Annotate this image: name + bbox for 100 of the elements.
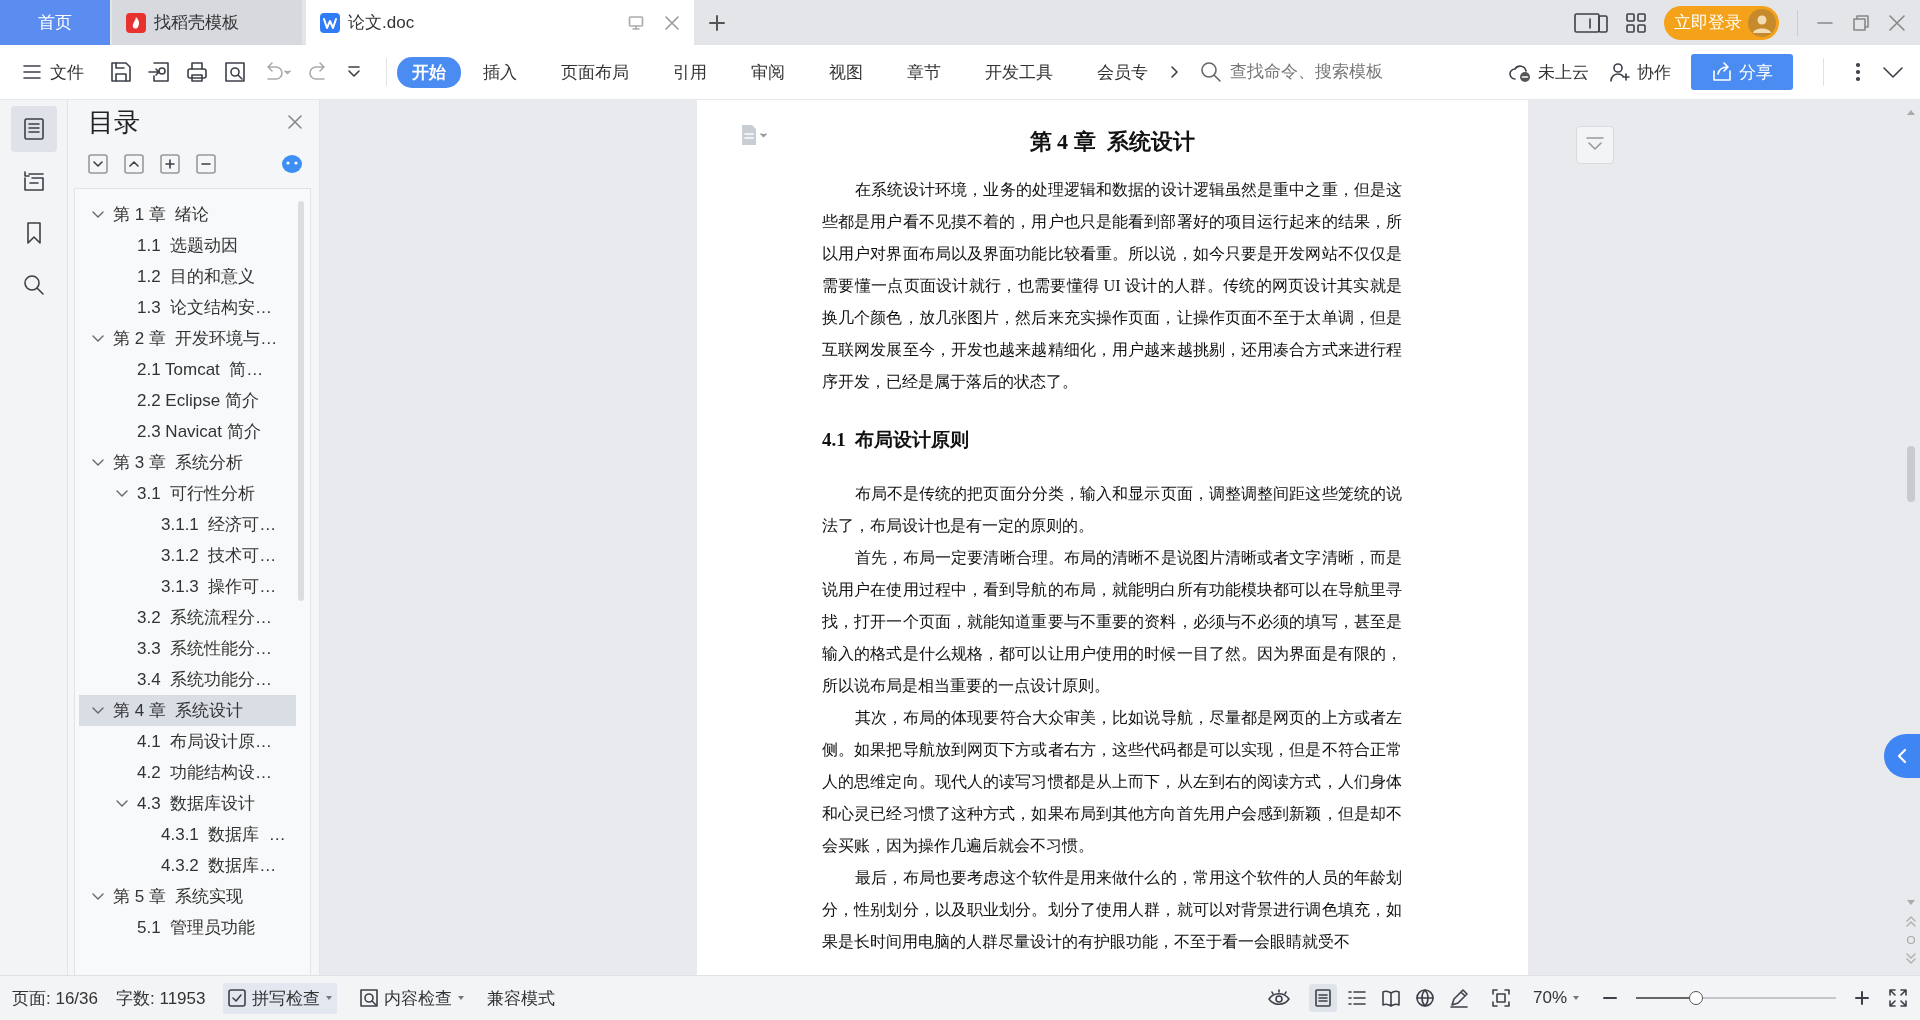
- collapse-icon[interactable]: [124, 154, 144, 174]
- caret-icon: [1572, 995, 1580, 1001]
- outline-item[interactable]: 3.1 可行性分析: [79, 478, 296, 509]
- save-icon[interactable]: [110, 61, 132, 83]
- more-icon[interactable]: [1854, 61, 1862, 83]
- outline-item[interactable]: 3.4 系统功能分…: [79, 664, 296, 695]
- search-icon: [1200, 61, 1222, 83]
- chapter-heading: 第 4 章 系统设计: [1028, 128, 1196, 156]
- chevron-right-icon[interactable]: [1170, 64, 1180, 80]
- restore-icon[interactable]: [1852, 13, 1870, 32]
- paragraph: 首先，布局一定要清晰合理。布局的清晰不是说图片清晰或者文字清晰，而是说用户在使用过程中，看到导航的布局，就能明白所有功能模块都可以在导航里寻找，打开一个页面，就能知道重要与不重要的资料，必须与不必须的填写，甚至是输入的格式是什么规格，都可以让用户使用的时候一目了然。因为界面是有限的，所以说布局是相当重要的一点设计原则。: [822, 547, 1402, 697]
- minus-icon[interactable]: [196, 154, 216, 174]
- outline-icon: [21, 117, 46, 141]
- side-panel-button[interactable]: [1884, 734, 1920, 778]
- pen-icon: [1448, 988, 1469, 1008]
- export-icon[interactable]: [148, 61, 170, 83]
- outline-item[interactable]: 1.1 选题动因: [79, 230, 296, 261]
- book-icon: [1380, 988, 1401, 1008]
- outline-item[interactable]: 4.3 数据库设计: [79, 788, 296, 819]
- toolbar-button[interactable]: 未上云: [1508, 60, 1589, 84]
- globe-icon: [1414, 988, 1435, 1008]
- outline-item[interactable]: 第 5 章 系统实现: [79, 881, 296, 912]
- compatibility-mode: 兼容模式: [487, 987, 556, 1010]
- outline-item[interactable]: 3.1.2 技术可…: [79, 540, 296, 571]
- ribbon-tab[interactable]: 开发工具: [963, 56, 1075, 88]
- panel-title: 目录: [88, 105, 140, 139]
- preview-icon[interactable]: [224, 61, 246, 83]
- grid-icon[interactable]: [1626, 12, 1646, 33]
- outline-item[interactable]: 3.2 系统流程分…: [79, 602, 296, 633]
- outline-item[interactable]: 4.2 功能结构设…: [79, 757, 296, 788]
- dropdown-icon[interactable]: [346, 64, 362, 80]
- outline-item[interactable]: 第 4 章 系统设计: [79, 695, 296, 726]
- chevron-left-icon: [1896, 748, 1908, 764]
- check-icon: [227, 988, 248, 1008]
- paragraph: 布局不是传统的把页面分分类，输入和显示页面，调整调整间距这些笼统的说法了，布局设计也是有一定的原则的。: [822, 483, 1402, 537]
- fit-icon[interactable]: [1490, 988, 1511, 1008]
- outline-item[interactable]: 2.3 Navicat 简介: [79, 416, 296, 447]
- tab[interactable]: 找稻壳模板: [112, 0, 302, 45]
- outline-item[interactable]: 第 1 章 绪论: [79, 199, 296, 230]
- page-count: 页面: 16/36: [12, 987, 98, 1010]
- inspect-icon: [359, 988, 380, 1008]
- tab[interactable]: 论文.doc: [306, 0, 694, 45]
- content-check-button[interactable]: 内容检查: [355, 982, 470, 1014]
- caret-icon: [325, 995, 334, 1001]
- ribbon-tab[interactable]: 会员专: [1075, 56, 1170, 88]
- zoom-in-icon[interactable]: [1854, 990, 1870, 1006]
- panel-button[interactable]: [10, 106, 57, 152]
- menu-icon: [22, 64, 42, 80]
- toolbar-button[interactable]: 协作: [1609, 60, 1671, 84]
- close-icon[interactable]: [1888, 13, 1906, 32]
- ribbon-tab[interactable]: 章节: [885, 56, 963, 88]
- device-icon[interactable]: [1574, 11, 1608, 34]
- caret-icon: [457, 995, 466, 1001]
- ribbon-tab[interactable]: 审阅: [729, 56, 807, 88]
- outline-view-icon: [1346, 988, 1367, 1008]
- ribbon-tab[interactable]: 引用: [651, 56, 729, 88]
- outline-item[interactable]: 2.1 Tomcat 简…: [79, 354, 296, 385]
- view-button[interactable]: [1308, 984, 1337, 1012]
- share-icon: [1711, 61, 1733, 83]
- paragraph: 在系统设计环境，业务的处理逻辑和数据的设计逻辑虽然是重中之重，但是这些都是用户看不见摸不着的，用户也只是能看到部署好的项目运行起来的结果，所以用户对界面布局以及界面功能比较看重。所以说，如今只要是开发网站不仅仅是需要懂一点页面设计就行，也需要懂得 UI 设计的人群。传统的网页设计其实就是换几个颜色，放几张图片，然后来充实操作页面，让操作页面不至于太单调，但是互联网发展至今，开发也越来越精细化，用户越来越挑剔，还用凑合方式来进行程序开发，已经是属于落后的状态了。: [822, 179, 1402, 393]
- ribbon-tab[interactable]: 插入: [461, 56, 539, 88]
- outline-item[interactable]: 第 3 章 系统分析: [79, 447, 296, 478]
- word-count: 字数: 11953: [116, 987, 206, 1010]
- scrollbar-thumb[interactable]: [1907, 446, 1915, 502]
- page-view-icon: [1312, 988, 1333, 1008]
- outline-item[interactable]: 3.3 系统性能分…: [79, 633, 296, 664]
- outline-item[interactable]: 4.3.2 数据库…: [79, 850, 296, 881]
- fullscreen-icon[interactable]: [1888, 988, 1908, 1008]
- ribbon-tab[interactable]: 视图: [807, 56, 885, 88]
- search-icon: [21, 273, 46, 297]
- close-icon[interactable]: [664, 14, 680, 31]
- file-menu[interactable]: 文件: [18, 56, 88, 88]
- add-person-icon: [1609, 61, 1631, 83]
- assistant-icon[interactable]: [281, 154, 303, 174]
- search-field[interactable]: 查找命令、搜索模板: [1228, 61, 1432, 83]
- outline-item[interactable]: 4.1 布局设计原…: [79, 726, 296, 757]
- slider-thumb[interactable]: [1689, 991, 1703, 1005]
- outline-item[interactable]: 5.1 管理员功能: [79, 912, 296, 943]
- expand-icon[interactable]: [88, 154, 108, 174]
- section-heading: 4.1 布局设计原则: [822, 428, 971, 452]
- print-icon[interactable]: [186, 61, 208, 83]
- ribbon-tab[interactable]: 页面布局: [539, 56, 651, 88]
- flame-icon: [126, 12, 146, 33]
- close-icon[interactable]: [287, 114, 303, 130]
- outline-item[interactable]: 3.1.1 经济可…: [79, 509, 296, 540]
- collapse-icon[interactable]: [1882, 65, 1904, 79]
- outline-item[interactable]: 1.3 论文结构安…: [79, 292, 296, 323]
- navigation-icon: [21, 169, 46, 193]
- outline-item[interactable]: 2.2 Eclipse 简介: [79, 385, 296, 416]
- outline-item[interactable]: 3.1.3 操作可…: [79, 571, 296, 602]
- outline-item[interactable]: 第 2 章 开发环境与…: [79, 323, 296, 354]
- eye-icon[interactable]: [1266, 988, 1291, 1008]
- plus-icon: [708, 13, 726, 32]
- plus-icon[interactable]: [160, 154, 180, 174]
- document-icon: [320, 12, 340, 33]
- new-tab-button[interactable]: [708, 13, 726, 32]
- zoom-level[interactable]: 70%: [1528, 984, 1584, 1012]
- spell-check-button[interactable]: 拼写检查: [223, 982, 338, 1014]
- outline-item[interactable]: 1.2 目的和意义: [79, 261, 296, 292]
- outline-item[interactable]: 4.3.1 数据库 …: [79, 819, 296, 850]
